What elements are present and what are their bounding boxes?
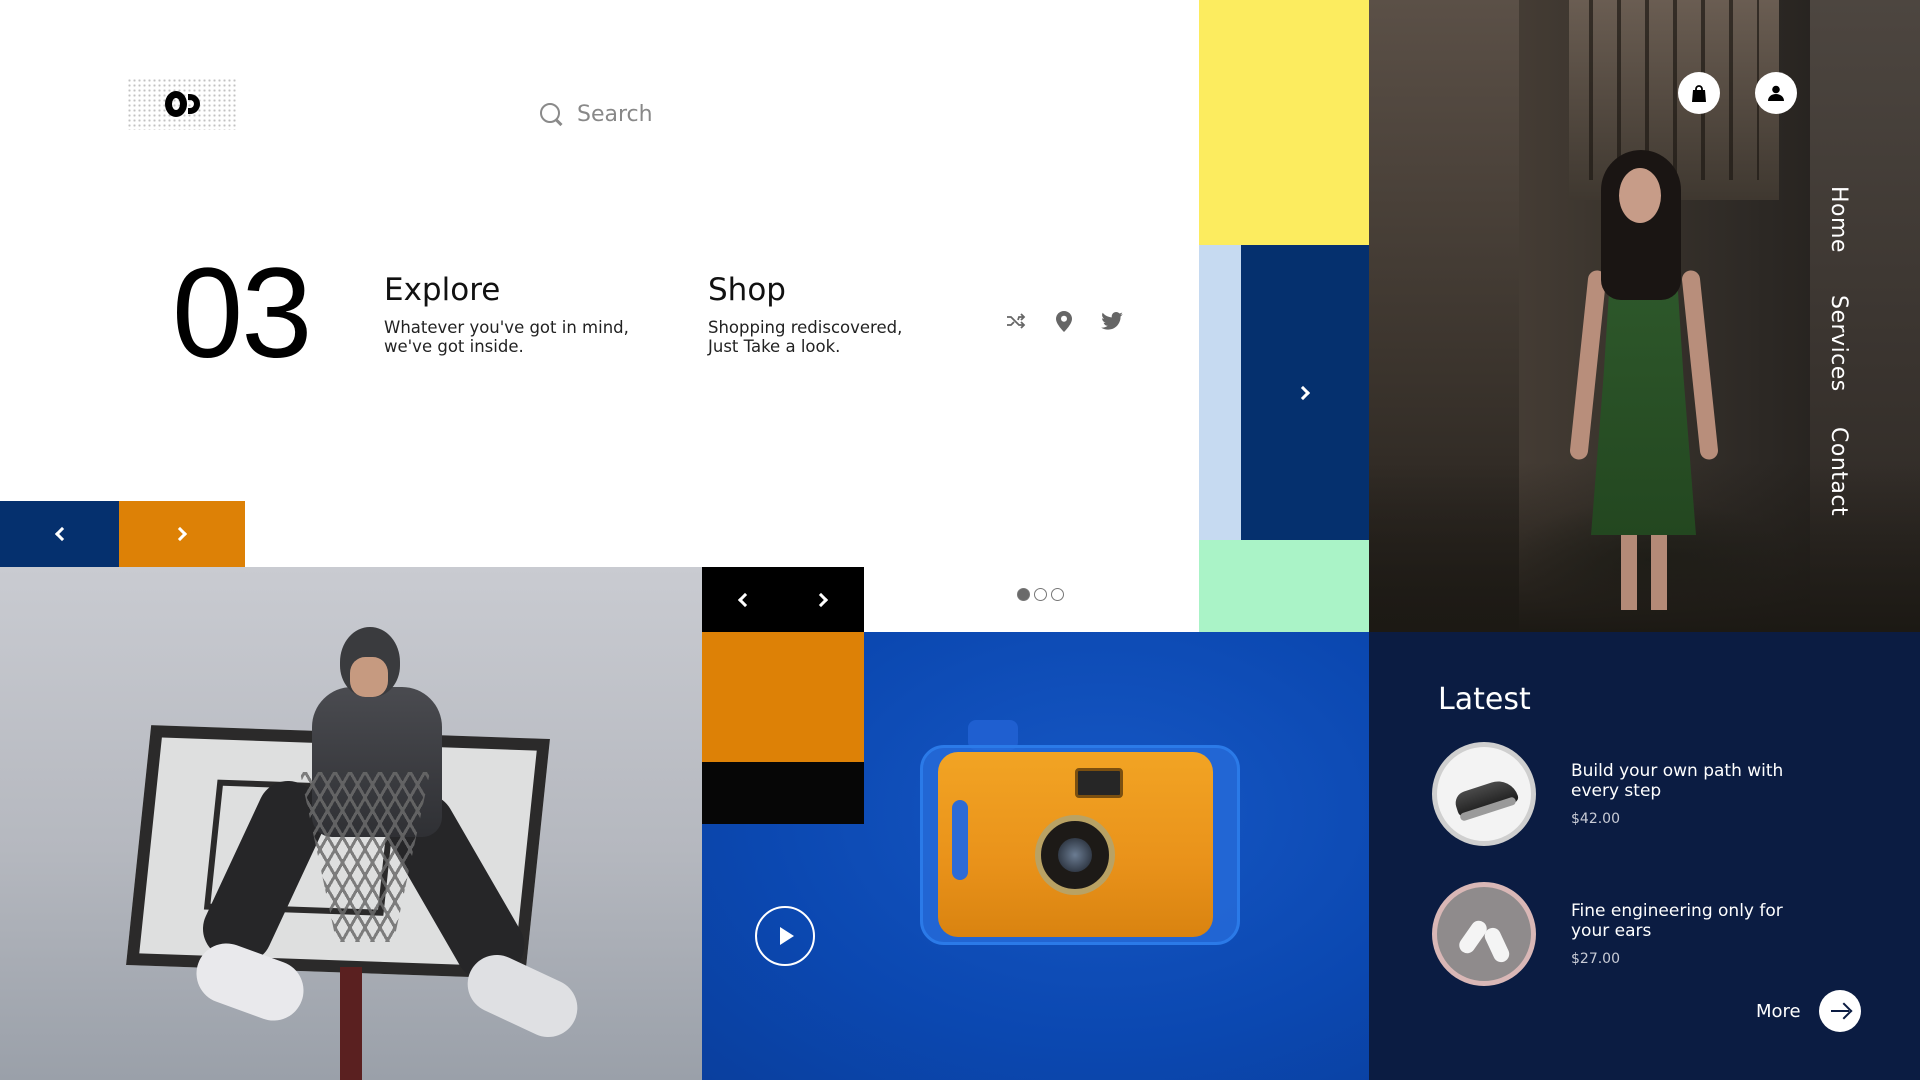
item-price: $27.00 bbox=[1571, 951, 1620, 967]
twitter-icon[interactable] bbox=[1101, 310, 1123, 332]
search-icon[interactable] bbox=[540, 103, 563, 126]
chevron-right-icon bbox=[172, 526, 187, 542]
shop-block: Shop Shopping rediscovered, Just Take a … bbox=[708, 272, 968, 356]
nav-services[interactable]: Services bbox=[1826, 295, 1851, 392]
arrow-right-icon bbox=[1830, 1009, 1849, 1013]
nav-contact[interactable]: Contact bbox=[1826, 427, 1851, 516]
chevron-left-icon bbox=[54, 526, 70, 542]
orange-block bbox=[702, 632, 864, 762]
sneaker-thumbnail[interactable] bbox=[1432, 742, 1536, 846]
carousel-dot-2[interactable] bbox=[1034, 588, 1047, 601]
play-video-button[interactable] bbox=[755, 906, 815, 966]
navy-next-button[interactable] bbox=[1241, 245, 1369, 540]
logo-half-ring bbox=[187, 94, 200, 114]
prev-slide-button[interactable] bbox=[0, 501, 119, 567]
explore-block: Explore Whatever you've got in mind, we'… bbox=[384, 272, 644, 356]
user-icon bbox=[1768, 85, 1784, 101]
slide-number: 03 bbox=[172, 242, 312, 385]
carousel-dot-3[interactable] bbox=[1051, 588, 1064, 601]
logo-mark bbox=[164, 91, 200, 117]
light-blue-block bbox=[1199, 245, 1241, 540]
yellow-block bbox=[1199, 0, 1369, 245]
chevron-left-icon bbox=[737, 592, 753, 607]
carousel-dot-1[interactable] bbox=[1017, 588, 1030, 601]
more-label[interactable]: More bbox=[1756, 1001, 1801, 1022]
latest-title: Latest bbox=[1438, 682, 1531, 717]
social-links bbox=[1005, 310, 1123, 332]
shopping-bag-button[interactable] bbox=[1678, 72, 1720, 114]
black-block bbox=[702, 762, 864, 824]
media-next-button[interactable] bbox=[783, 567, 864, 632]
search-placeholder[interactable]: Search bbox=[577, 102, 653, 127]
play-icon bbox=[780, 927, 794, 945]
shuffle-icon[interactable] bbox=[1005, 310, 1027, 332]
carousel-dots bbox=[1017, 588, 1064, 601]
logo-ring bbox=[164, 91, 187, 117]
brand-logo[interactable] bbox=[127, 78, 237, 130]
earbuds-thumbnail[interactable] bbox=[1432, 882, 1536, 986]
shopping-bag-icon bbox=[1692, 84, 1706, 102]
shop-description: Shopping rediscovered, Just Take a look. bbox=[708, 318, 903, 356]
media-prev-button[interactable] bbox=[702, 567, 783, 632]
item-name[interactable]: Build your own path with every step bbox=[1571, 761, 1801, 801]
basketball-photo bbox=[0, 567, 702, 1080]
search-bar[interactable]: Search bbox=[540, 102, 653, 127]
shop-title: Shop bbox=[708, 272, 786, 308]
chevron-right-icon bbox=[813, 592, 829, 607]
item-price: $42.00 bbox=[1571, 811, 1620, 827]
latest-panel: Latest Build your own path with every st… bbox=[1369, 632, 1920, 1080]
latest-item[interactable]: Fine engineering only for your ears $27.… bbox=[1432, 882, 1801, 986]
item-name[interactable]: Fine engineering only for your ears bbox=[1571, 901, 1801, 941]
explore-title: Explore bbox=[384, 272, 501, 308]
nav-home[interactable]: Home bbox=[1826, 186, 1851, 253]
more-button[interactable] bbox=[1818, 990, 1861, 1032]
camera-viewfinder bbox=[1075, 768, 1123, 798]
explore-description: Whatever you've got in mind, we've got i… bbox=[384, 318, 629, 356]
chevron-right-icon bbox=[1295, 385, 1310, 400]
mint-block bbox=[1199, 540, 1369, 632]
latest-item[interactable]: Build your own path with every step $42.… bbox=[1432, 742, 1801, 846]
next-slide-button[interactable] bbox=[119, 501, 245, 567]
more-link[interactable]: More bbox=[1756, 990, 1861, 1032]
user-account-button[interactable] bbox=[1755, 72, 1797, 114]
location-pin-icon[interactable] bbox=[1053, 310, 1075, 332]
camera-side-strip bbox=[952, 800, 968, 880]
camera-lens-glass bbox=[1058, 838, 1092, 872]
